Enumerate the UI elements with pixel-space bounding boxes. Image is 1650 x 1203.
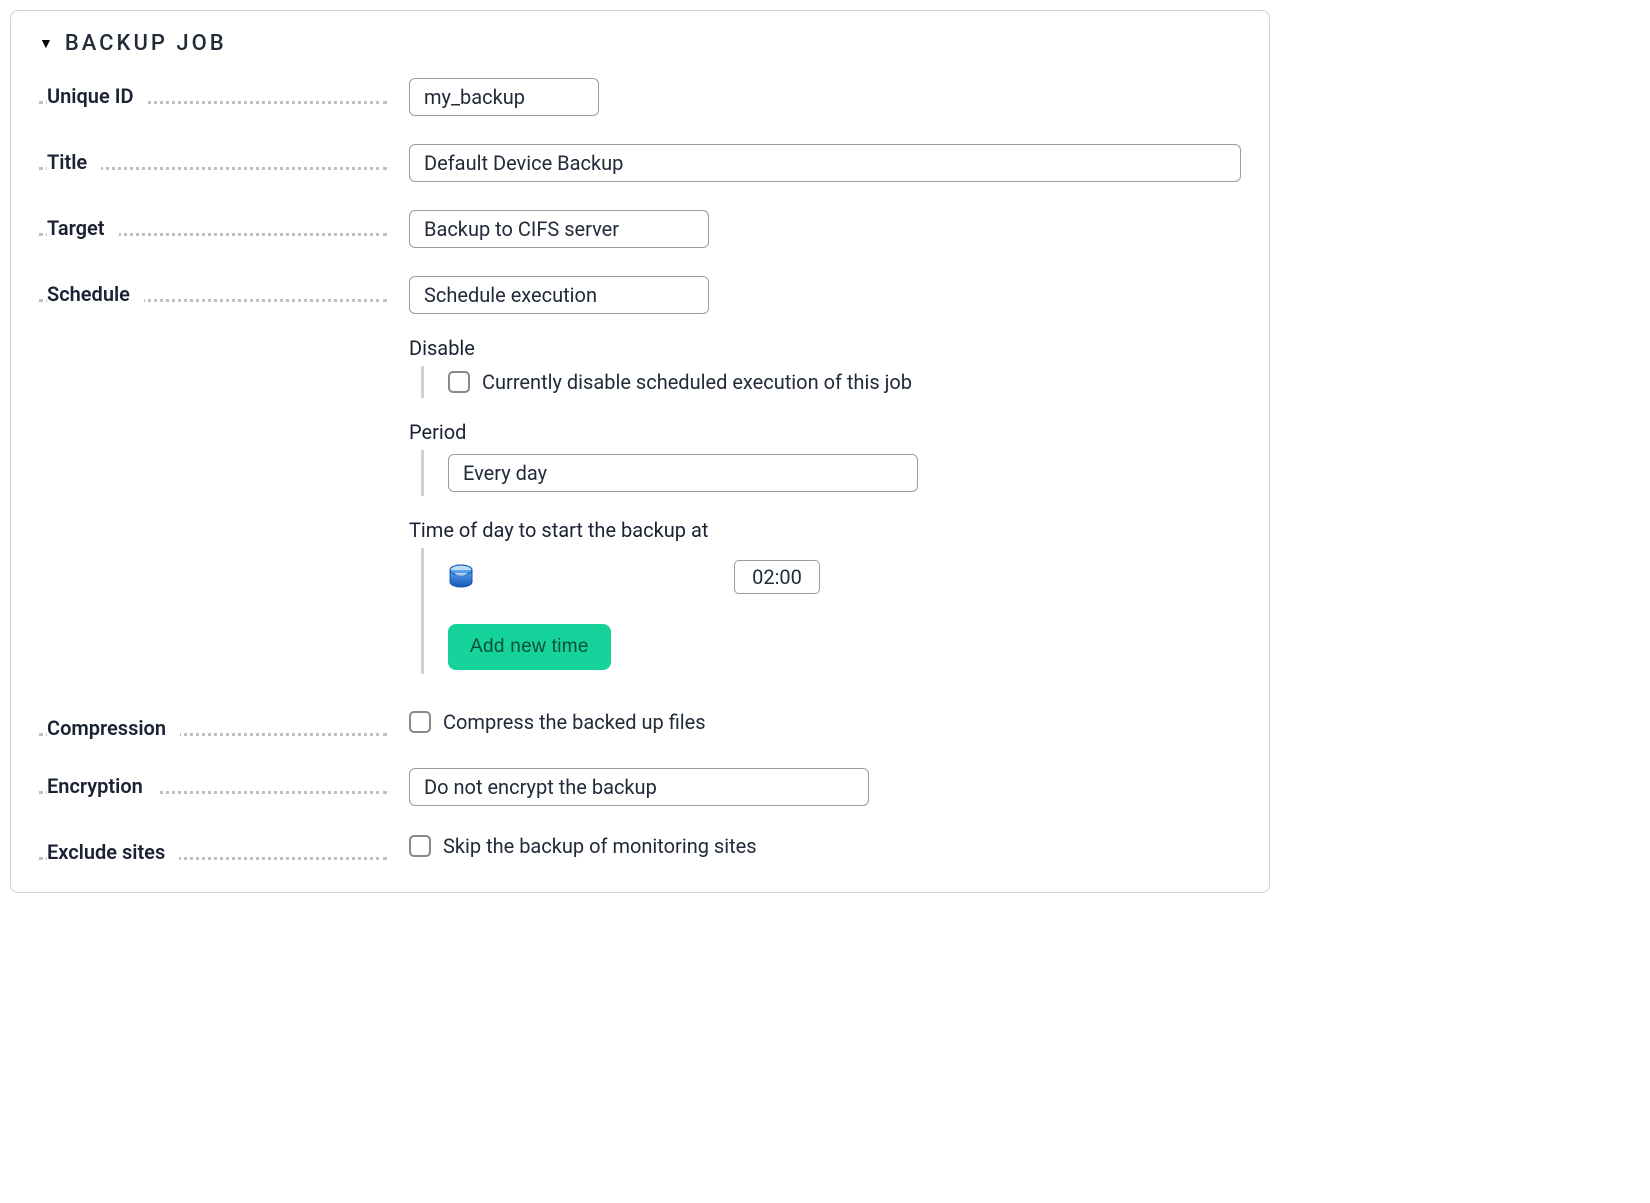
label-unique-id: Unique ID	[39, 78, 409, 108]
schedule-period-section: Period Every day	[409, 420, 1241, 496]
row-schedule: Schedule Schedule execution Disable Curr…	[39, 276, 1241, 674]
label-target: Target	[39, 210, 409, 240]
schedule-time-section: Time of day to start the backup at	[409, 518, 1241, 674]
row-exclude-sites: Exclude sites Skip the backup of monitor…	[39, 834, 1241, 864]
label-encryption: Encryption	[39, 768, 409, 798]
panel-title: BACKUP JOB	[65, 31, 227, 56]
time-input[interactable]: 02:00	[734, 560, 820, 594]
schedule-period-select[interactable]: Every day	[448, 454, 918, 492]
schedule-time-title: Time of day to start the backup at	[409, 518, 1241, 542]
disclosure-triangle-icon: ▼	[39, 35, 53, 52]
time-entry-row: 02:00	[448, 552, 1241, 602]
schedule-disable-checkbox-row[interactable]: Currently disable scheduled execution of…	[448, 370, 1241, 394]
add-new-time-button[interactable]: Add new time	[448, 624, 611, 670]
compression-checkbox-row[interactable]: Compress the backed up files	[409, 710, 1241, 734]
label-title: Title	[39, 144, 409, 174]
label-exclude-sites: Exclude sites	[39, 834, 409, 864]
exclude-sites-checkbox-label: Skip the backup of monitoring sites	[443, 834, 757, 858]
schedule-mode-select[interactable]: Schedule execution	[409, 276, 709, 314]
schedule-period-title: Period	[409, 420, 1241, 444]
unique-id-input[interactable]: my_backup	[409, 78, 599, 116]
panel-header[interactable]: ▼ BACKUP JOB	[39, 31, 1241, 56]
label-compression: Compression	[39, 710, 409, 740]
row-title: Title Default Device Backup	[39, 144, 1241, 182]
delete-time-icon[interactable]	[448, 563, 474, 591]
backup-job-panel: ▼ BACKUP JOB Unique ID my_backup Title D…	[10, 10, 1270, 893]
schedule-disable-title: Disable	[409, 336, 1241, 360]
exclude-sites-checkbox[interactable]	[409, 835, 431, 857]
schedule-disable-checkbox-label: Currently disable scheduled execution of…	[482, 370, 912, 394]
title-input[interactable]: Default Device Backup	[409, 144, 1241, 182]
exclude-sites-checkbox-row[interactable]: Skip the backup of monitoring sites	[409, 834, 1241, 858]
target-select[interactable]: Backup to CIFS server	[409, 210, 709, 248]
schedule-disable-section: Disable Currently disable scheduled exec…	[409, 336, 1241, 398]
schedule-disable-checkbox[interactable]	[448, 371, 470, 393]
row-target: Target Backup to CIFS server	[39, 210, 1241, 248]
row-encryption: Encryption Do not encrypt the backup	[39, 768, 1241, 806]
row-compression: Compression Compress the backed up files	[39, 710, 1241, 740]
row-unique-id: Unique ID my_backup	[39, 78, 1241, 116]
compression-checkbox-label: Compress the backed up files	[443, 710, 706, 734]
compression-checkbox[interactable]	[409, 711, 431, 733]
label-schedule: Schedule	[39, 276, 409, 306]
encryption-select[interactable]: Do not encrypt the backup	[409, 768, 869, 806]
